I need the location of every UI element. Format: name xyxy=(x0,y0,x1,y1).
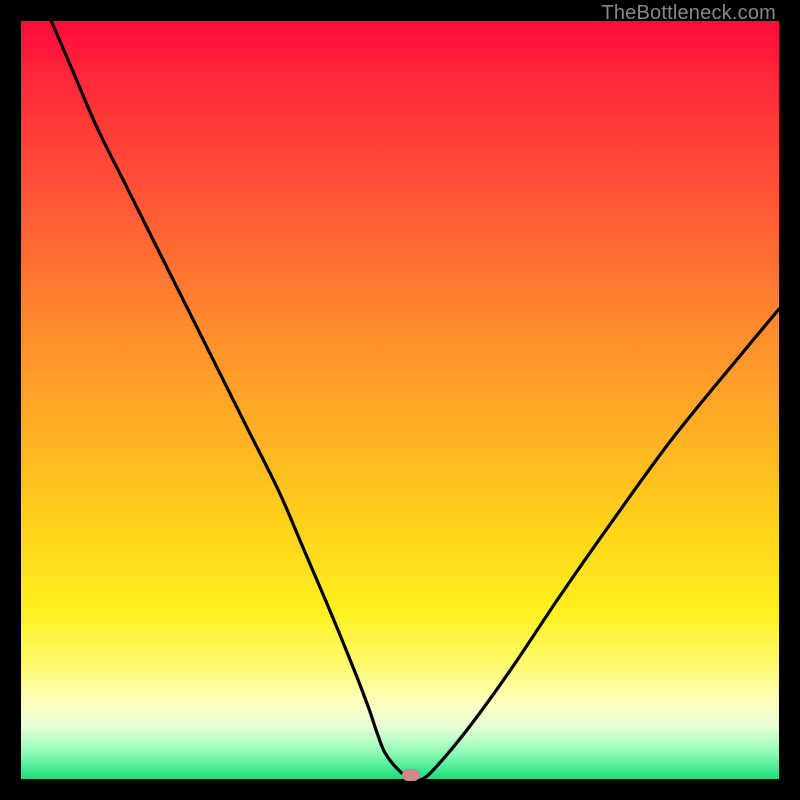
optimal-point-marker xyxy=(402,769,420,781)
plot-area xyxy=(21,21,779,779)
bottleneck-curve xyxy=(21,21,779,779)
outer-frame: TheBottleneck.com xyxy=(0,0,800,800)
